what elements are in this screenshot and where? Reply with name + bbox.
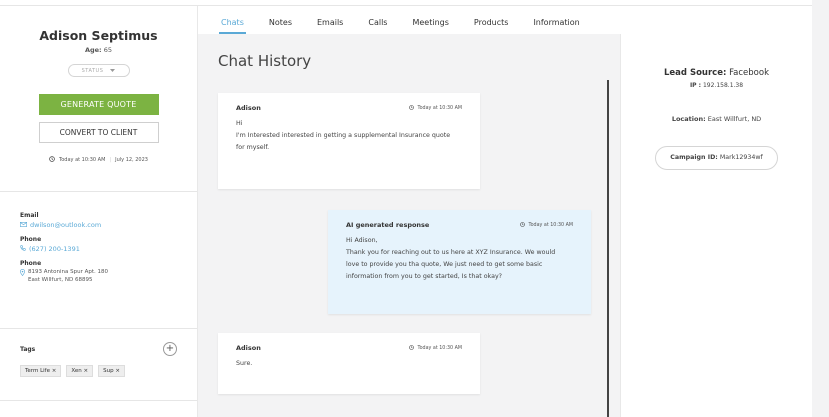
lead-source-label: Lead Source: <box>663 68 727 78</box>
message-line: Hi <box>236 120 243 127</box>
message-header: Adison Today at 10:30 AM <box>236 344 462 352</box>
clock-icon <box>409 104 415 112</box>
message-header: AI generated response Today at 10:30 AM <box>346 221 573 229</box>
tab-calls[interactable]: Calls <box>368 6 387 34</box>
message-line: Sure. <box>236 360 253 367</box>
chat-title: Chat History <box>218 52 312 70</box>
message-time: Today at 10:30 AM <box>409 104 462 112</box>
ai-response-message: AI generated response Today at 10:30 AM … <box>328 210 591 314</box>
tags-title: Tags <box>20 345 36 353</box>
chat-message: Adison Today at 10:30 AM Hi I'm Interest… <box>218 93 480 189</box>
contact-section: Email dwilson@outlook.com Phone (627) 20… <box>0 192 197 329</box>
message-line: Hi Adison, <box>346 237 378 244</box>
generate-quote-button[interactable]: GENERATE QUOTE <box>38 94 159 115</box>
tab-notes[interactable]: Notes <box>269 6 292 34</box>
tab-chats[interactable]: Chats <box>219 6 246 34</box>
message-sender: AI generated response <box>346 221 430 229</box>
location-label: Location: <box>671 115 706 123</box>
email-label: Email <box>20 212 39 219</box>
ip-value: 192.158.1.38 <box>702 82 744 89</box>
phone-label: Phone <box>20 236 42 243</box>
message-header: Adison Today at 10:30 AM <box>236 104 462 112</box>
location-value: East Willfurt, ND <box>707 115 762 123</box>
email-value: dwilson@outlook.com <box>30 221 102 229</box>
email-block: Email dwilson@outlook.com <box>20 212 197 229</box>
message-time-text: Today at 10:30 AM <box>417 345 462 351</box>
message-time-text: Today at 10:30 AM <box>417 105 462 111</box>
phone-icon <box>20 245 26 253</box>
timestamp-date: July 12, 2023 <box>115 157 148 163</box>
phone-block: Phone (627) 200-1391 <box>20 236 197 253</box>
address-value: 8193 Antonina Spur Apt. 180 East Willfur… <box>19 269 197 284</box>
chat-message: Adison Today at 10:30 AM Sure. <box>218 333 480 394</box>
tab-information[interactable]: Information <box>533 6 579 34</box>
timestamp-time: Today at 10:30 AM <box>59 157 106 163</box>
plus-icon: + <box>165 343 175 354</box>
message-sender: Adison <box>236 344 261 352</box>
location-pin-icon <box>19 269 26 280</box>
message-line: Thank you for reaching out to us here at… <box>346 248 556 256</box>
status-dropdown[interactable]: STATUS <box>67 64 130 77</box>
message-time-text: Today at 10:30 AM <box>528 222 573 228</box>
message-sender: Adison <box>236 104 261 112</box>
chevron-down-icon <box>110 68 116 74</box>
tab-meetings[interactable]: Meetings <box>412 6 448 34</box>
mail-icon <box>20 221 27 229</box>
add-tag-button[interactable]: + <box>163 342 177 356</box>
tags-section: Tags + Term Life × Xen × Sup × <box>0 329 197 401</box>
message-line: love to provide you tha quote, We just n… <box>346 260 543 268</box>
lead-source-value: Facebook <box>729 68 770 78</box>
message-line: I'm Interested interested in getting a s… <box>236 131 451 139</box>
tag-chip[interactable]: Xen × <box>66 365 94 377</box>
phone-link[interactable]: (627) 200-1391 <box>20 245 197 253</box>
lead-source: Lead Source: Facebook <box>621 68 812 78</box>
scrollbar[interactable] <box>607 80 609 417</box>
profile-timestamp: Today at 10:30 AM | July 12, 2023 <box>0 156 197 164</box>
tag-list: Term Life × Xen × Sup × <box>20 365 177 377</box>
email-link[interactable]: dwilson@outlook.com <box>20 221 197 229</box>
chat-panel: Chat History Adison Today at 10:30 AM Hi… <box>198 34 620 417</box>
phone-value: (627) 200-1391 <box>29 245 80 253</box>
campaign-value: Mark12934wf <box>719 154 763 161</box>
lead-info-panel: Lead Source: Facebook IP : 192.158.1.38 … <box>620 34 812 417</box>
address-label: Phone <box>20 260 42 267</box>
location: Location: East Willfurt, ND <box>621 115 812 123</box>
tab-products[interactable]: Products <box>474 6 509 34</box>
campaign-id-pill: Campaign ID: Mark12934wf <box>655 146 778 170</box>
status-placeholder: STATUS <box>81 67 104 74</box>
profile-section: Adison Septimus Age: 65 STATUS GENERATE … <box>0 6 197 192</box>
message-time: Today at 10:30 AM <box>409 344 462 352</box>
age-label: Age: <box>84 46 102 54</box>
ip-label: IP : <box>689 82 702 89</box>
sidebar: Adison Septimus Age: 65 STATUS GENERATE … <box>0 6 198 417</box>
tags-header: Tags + <box>20 342 177 356</box>
convert-to-client-button[interactable]: CONVERT TO CLIENT <box>38 122 159 143</box>
tag-chip[interactable]: Sup × <box>98 365 125 377</box>
contact-name: Adison Septimus <box>39 28 158 43</box>
address-line-1: 8193 Antonina Spur Apt. 180 <box>28 269 109 275</box>
age-value: 65 <box>103 46 113 54</box>
age-line: Age: 65 <box>0 46 197 54</box>
address-block: Phone 8193 Antonina Spur Apt. 180 East W… <box>19 260 197 284</box>
tag-chip[interactable]: Term Life × <box>20 365 62 377</box>
message-line: information from you to get started, Is … <box>346 272 503 280</box>
tab-emails[interactable]: Emails <box>317 6 343 34</box>
clock-icon <box>49 156 55 164</box>
message-body: Sure. <box>236 358 462 370</box>
ip-address: IP : 192.158.1.38 <box>621 82 812 89</box>
campaign-label: Campaign ID: <box>670 154 718 161</box>
clock-icon <box>520 221 526 229</box>
message-line: for myself. <box>236 143 270 151</box>
message-body: Hi I'm Interested interested in getting … <box>236 118 462 154</box>
message-time: Today at 10:30 AM <box>520 221 573 229</box>
clock-icon <box>409 344 415 352</box>
divider: | <box>109 157 112 163</box>
message-body: Hi Adison, Thank you for reaching out to… <box>346 235 573 283</box>
address-line-2: East Willfurt, ND 68895 <box>28 276 93 283</box>
tab-bar: Chats Notes Emails Calls Meetings Produc… <box>198 6 812 34</box>
